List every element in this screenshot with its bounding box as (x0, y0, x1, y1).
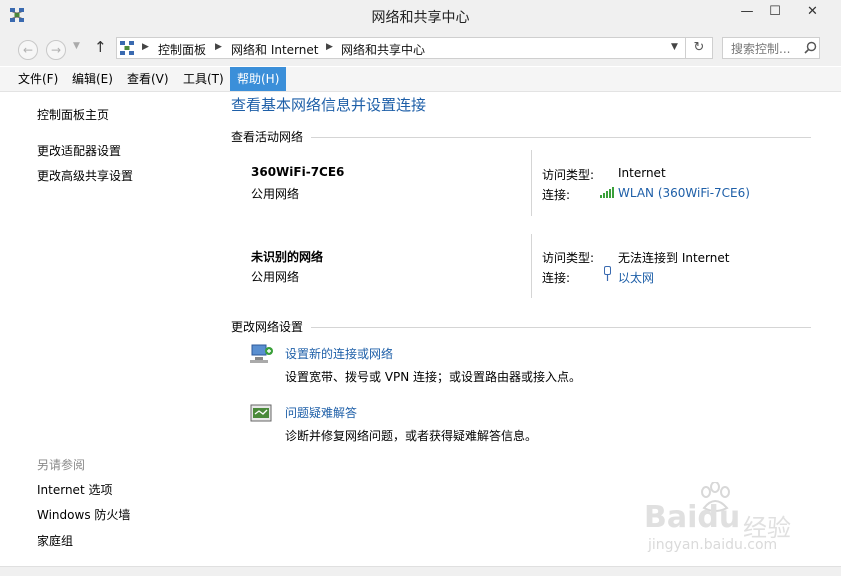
maximize-button[interactable]: ☐ (761, 0, 789, 26)
control-panel-icon (120, 41, 134, 55)
network-category[interactable]: 公用网络 (251, 268, 299, 285)
breadcrumb-separator[interactable]: ▶ (142, 42, 149, 52)
ethernet-plug-icon (604, 266, 611, 281)
address-bar[interactable]: ▶ 控制面板 ▶ 网络和 Internet ▶ 网络和共享中心 ▼ (116, 37, 713, 59)
watermark-brand: Bai (644, 500, 698, 535)
section-divider (311, 327, 811, 328)
section-divider (311, 137, 811, 138)
recent-locations-dropdown[interactable]: ▼ (73, 41, 80, 51)
minimize-button[interactable]: — (733, 0, 761, 26)
page-title: 查看基本网络信息并设置连接 (231, 96, 427, 114)
baidu-watermark: Baidu 经验 jingyan.baidu.com (640, 482, 830, 562)
sidebar-item-homegroup[interactable]: 家庭组 (37, 532, 73, 549)
access-type-value: Internet (618, 166, 666, 180)
close-button[interactable]: ✕ (791, 0, 834, 26)
network-category[interactable]: 公用网络 (251, 185, 299, 202)
breadcrumb-sharing-center[interactable]: 网络和共享中心 (341, 41, 425, 58)
new-connection-icon (250, 344, 273, 363)
connection-label: 连接: (542, 188, 571, 202)
sidebar-item-adapter-settings[interactable]: 更改适配器设置 (37, 142, 121, 159)
menu-edit[interactable]: 编辑(E) (65, 67, 120, 91)
search-input[interactable] (731, 40, 803, 58)
sidebar-item-advanced-sharing[interactable]: 更改高级共享设置 (37, 167, 133, 184)
troubleshoot-icon (250, 404, 272, 422)
watermark-brand-suffix: du (697, 500, 741, 535)
wifi-signal-icon (600, 187, 614, 198)
column-divider (531, 234, 532, 298)
sidebar-item-internet-options[interactable]: Internet 选项 (37, 481, 112, 498)
title-bar[interactable]: 网络和共享中心 — ☐ ✕ (0, 0, 841, 32)
network-name: 360WiFi-7CE6 (251, 165, 345, 179)
back-button[interactable]: ← (18, 40, 38, 60)
breadcrumb-control-panel[interactable]: 控制面板 (158, 41, 206, 58)
troubleshoot-description: 诊断并修复网络问题，或者获得疑难解答信息。 (285, 429, 538, 443)
setup-connection-description: 设置宽带、拨号或 VPN 连接；或设置路由器或接入点。 (285, 370, 582, 384)
sidebar-item-windows-firewall[interactable]: Windows 防火墙 (37, 506, 130, 523)
watermark-url: jingyan.baidu.com (648, 537, 778, 553)
column-divider (531, 150, 532, 216)
network-name: 未识别的网络 (251, 250, 324, 264)
up-button[interactable]: ↑ (94, 38, 107, 56)
breadcrumb-separator[interactable]: ▶ (215, 42, 222, 52)
connection-label: 连接: (542, 271, 571, 285)
troubleshoot-link[interactable]: 问题疑难解答 (285, 404, 357, 421)
address-dropdown-icon[interactable]: ▼ (671, 42, 678, 52)
setup-connection-link[interactable]: 设置新的连接或网络 (285, 345, 393, 362)
menu-bar: 文件(F) 编辑(E) 查看(V) 工具(T) 帮助(H) (0, 67, 841, 92)
ethernet-connection-link[interactable]: 以太网 (618, 269, 654, 286)
window-title: 网络和共享中心 (371, 10, 470, 26)
breadcrumb-network-internet[interactable]: 网络和 Internet (231, 41, 318, 58)
access-type-value: 无法连接到 Internet (618, 251, 730, 265)
access-type-label: 访问类型: (542, 251, 595, 265)
menu-file[interactable]: 文件(F) (11, 67, 65, 91)
menu-view[interactable]: 查看(V) (120, 67, 176, 91)
access-type-label: 访问类型: (542, 168, 595, 182)
menu-help[interactable]: 帮助(H) (230, 67, 287, 91)
breadcrumb-separator[interactable]: ▶ (326, 42, 333, 52)
see-also-heading: 另请参阅 (37, 458, 86, 472)
search-box[interactable] (722, 37, 820, 59)
wlan-connection-link[interactable]: WLAN (360WiFi-7CE6) (618, 186, 750, 200)
menu-tools[interactable]: 工具(T) (176, 67, 231, 91)
refresh-button[interactable]: ↻ (685, 37, 713, 59)
active-networks-heading: 查看活动网络 (231, 130, 304, 144)
forward-button[interactable]: → (46, 40, 66, 60)
search-icon[interactable] (804, 41, 817, 54)
change-settings-heading: 更改网络设置 (231, 320, 304, 334)
sidebar-item-control-panel-home[interactable]: 控制面板主页 (37, 106, 109, 123)
